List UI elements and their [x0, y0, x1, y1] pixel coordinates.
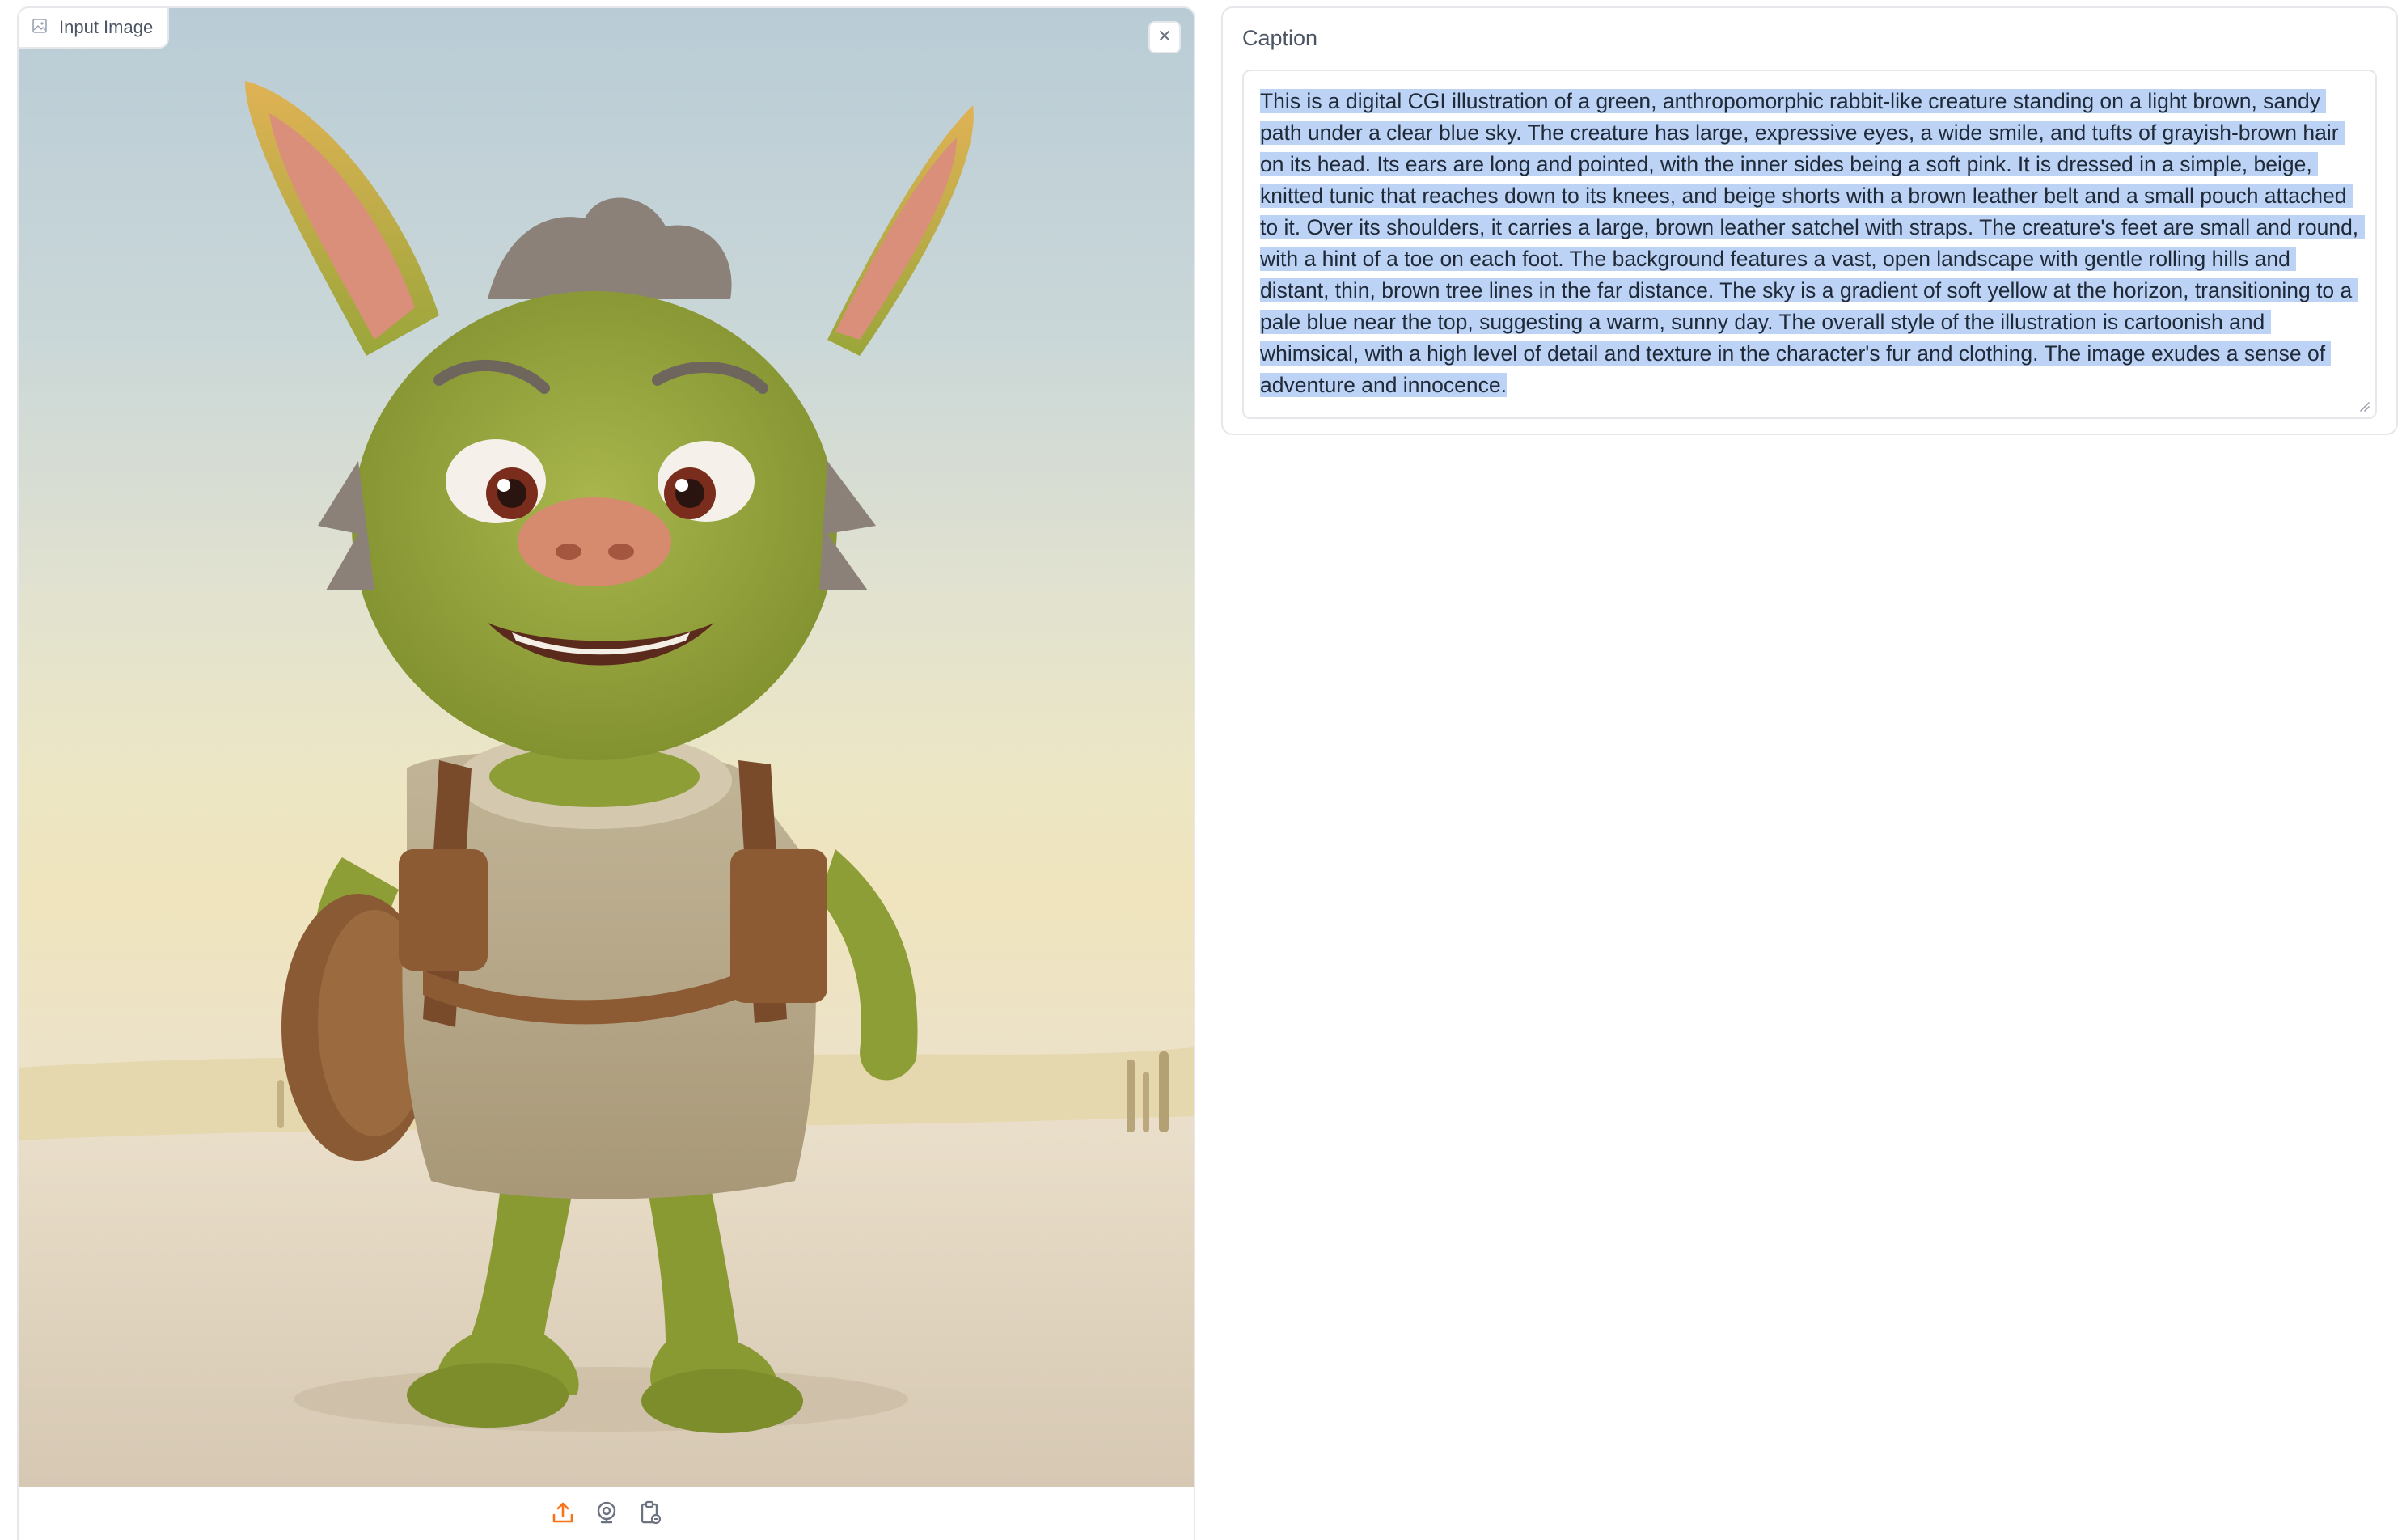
clipboard-icon — [638, 1500, 662, 1529]
close-icon — [1157, 28, 1172, 47]
input-image-label-chip: Input Image — [19, 8, 170, 49]
input-image-label: Input Image — [59, 17, 154, 37]
upload-icon — [551, 1500, 575, 1529]
caption-textarea[interactable]: This is a digital CGI illustration of a … — [1242, 70, 2377, 419]
webcam-icon — [594, 1500, 619, 1529]
caption-panel: Caption This is a digital CGI illustrati… — [1221, 6, 2398, 435]
input-image[interactable] — [19, 8, 1194, 1487]
webcam-button[interactable] — [594, 1501, 620, 1527]
input-image-panel: Input Image — [17, 6, 1195, 1540]
image-icon — [32, 18, 48, 38]
caption-text: This is a digital CGI illustration of a … — [1260, 86, 2365, 401]
caption-label: Caption — [1242, 26, 1318, 50]
clipboard-button[interactable] — [637, 1500, 663, 1529]
rabbit-creature-illustration — [19, 81, 1194, 1487]
clear-image-button[interactable] — [1148, 21, 1181, 53]
caption-selected-text: This is a digital CGI illustration of a … — [1260, 89, 2365, 397]
resize-handle-icon[interactable] — [2356, 398, 2370, 412]
image-source-toolbar — [19, 1487, 1194, 1540]
upload-button[interactable] — [550, 1501, 576, 1527]
